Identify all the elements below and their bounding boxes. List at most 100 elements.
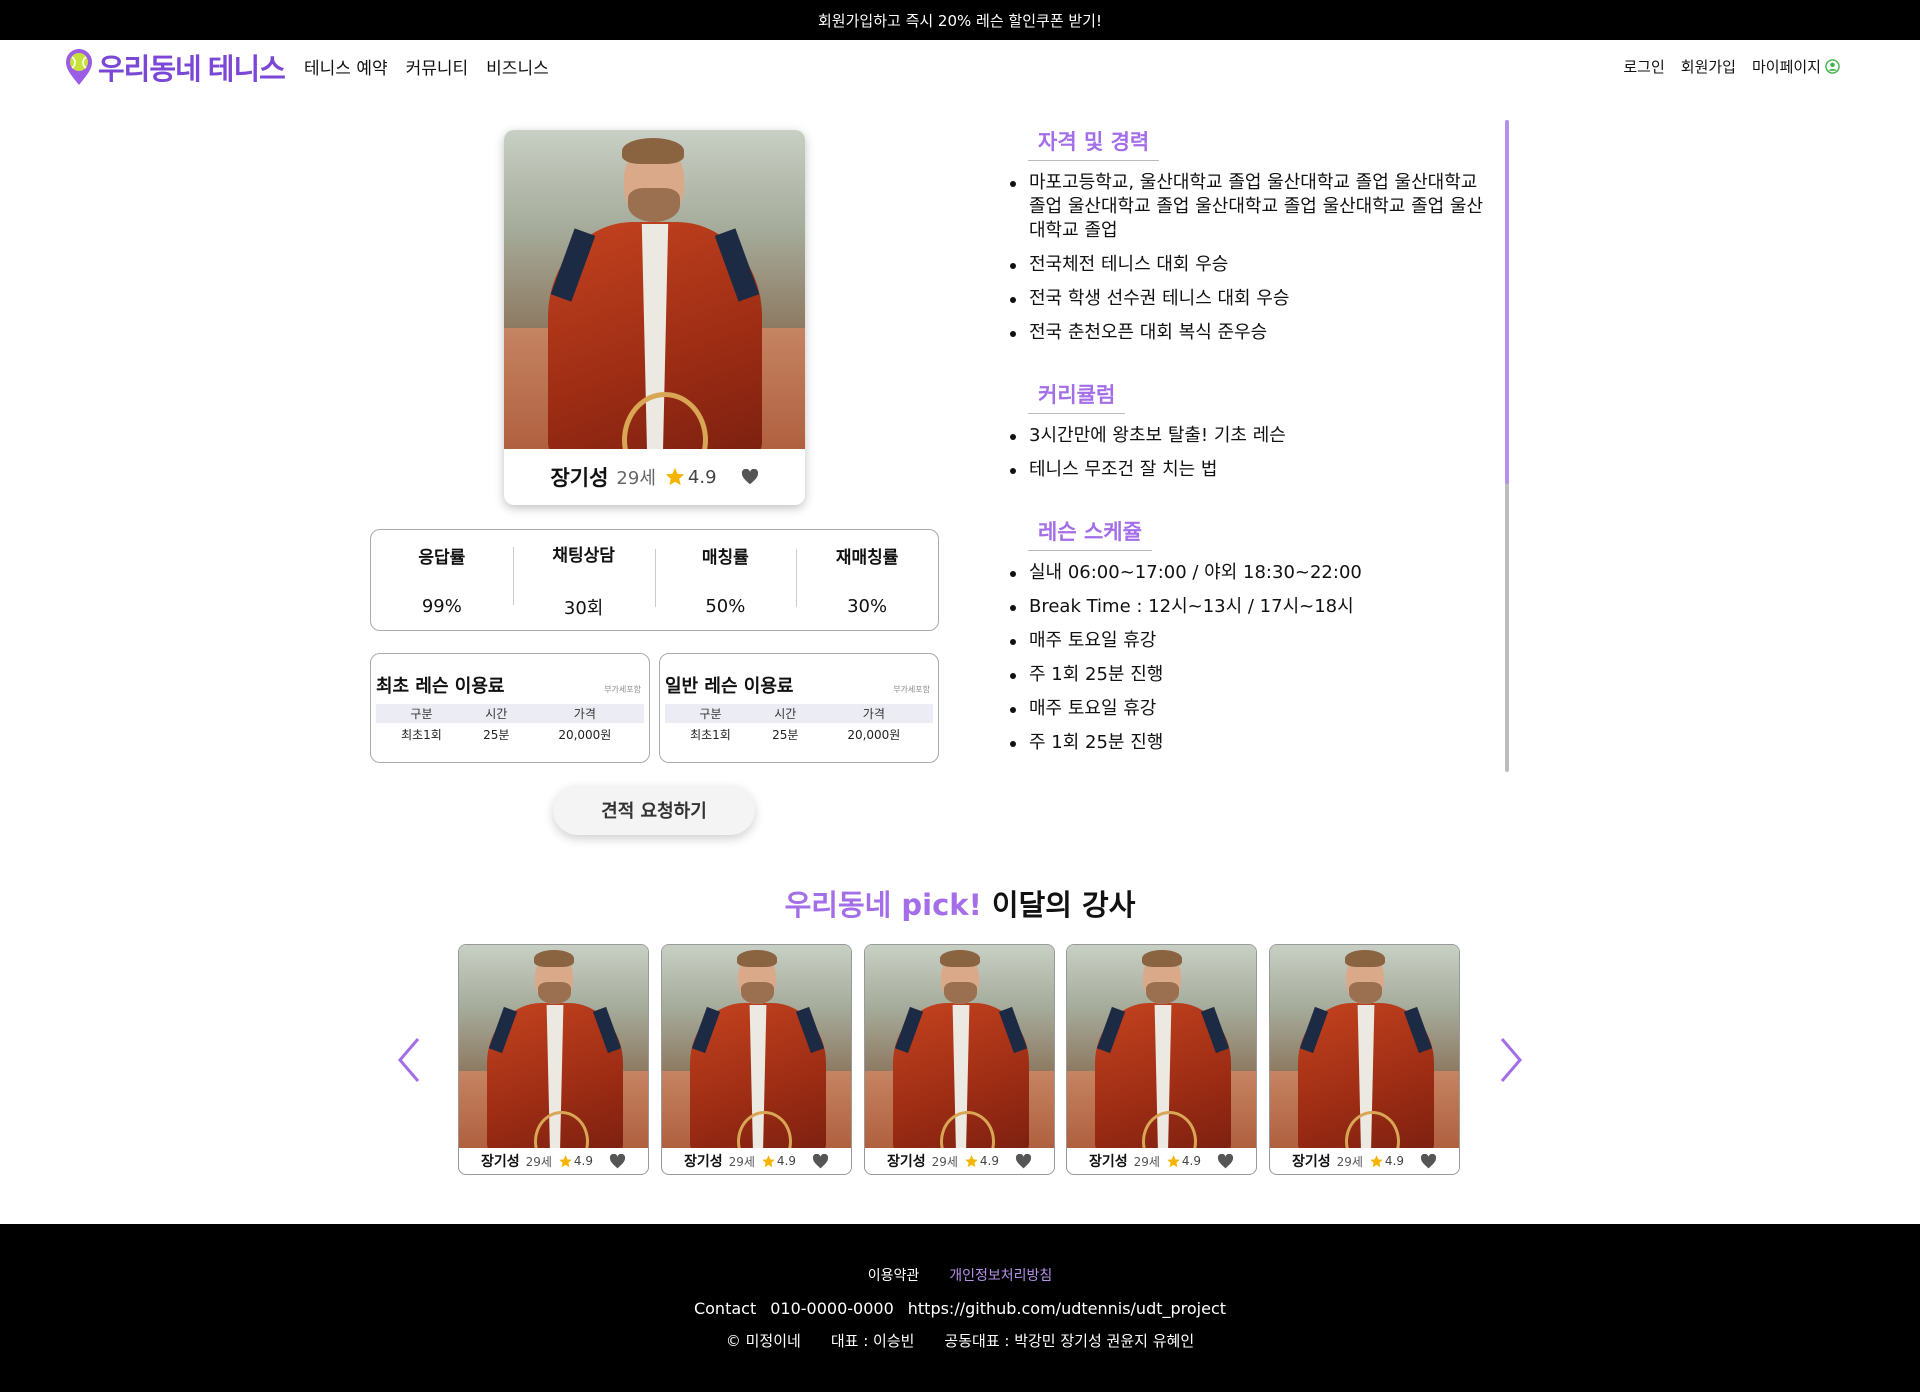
price-table-header: 가격 bbox=[814, 704, 933, 723]
heart-icon[interactable] bbox=[1420, 1153, 1437, 1169]
site-header: 우리동네 테니스 테니스 예약 커뮤니티 비즈니스 로그인 회원가입 마이페이지 bbox=[0, 40, 1920, 90]
pick-title-rest: 이달의 강사 bbox=[981, 888, 1136, 922]
star-icon bbox=[665, 467, 685, 486]
qualifications-section: 자격 및 경력 마포고등학교, 울산대학교 졸업 울산대학교 졸업 울산대학교 … bbox=[1000, 120, 1510, 345]
star-icon bbox=[1370, 1154, 1383, 1167]
stat-label: 재매칭률 bbox=[835, 548, 899, 568]
table-row: 최초1회 25분 20,000원 bbox=[665, 723, 933, 746]
pick-instructor-age: 29세 bbox=[1336, 1154, 1363, 1169]
stat-value: 30회 bbox=[563, 597, 604, 619]
list-item: 매주 토요일 휴강 bbox=[1008, 697, 1498, 721]
price-table-cell: 20,000원 bbox=[847, 728, 901, 742]
pick-instructor-age: 29세 bbox=[931, 1154, 958, 1169]
price-table-cell: 20,000원 bbox=[558, 728, 612, 742]
list-item: 매주 토요일 휴강 bbox=[1008, 629, 1498, 653]
stat-value: 99% bbox=[421, 596, 462, 617]
list-item: 실내 06:00~17:00 / 야외 18:30~22:00 bbox=[1008, 561, 1498, 585]
contact-phone: 010-0000-0000 bbox=[770, 1299, 894, 1318]
instructor-rating: 4.9 bbox=[664, 466, 717, 488]
nav-item-community[interactable]: 커뮤니티 bbox=[406, 54, 469, 79]
pick-instructor-rating-value: 4.9 bbox=[776, 1154, 797, 1168]
instructor-details-panel[interactable]: 자격 및 경력 마포고등학교, 울산대학교 졸업 울산대학교 졸업 울산대학교 … bbox=[1000, 120, 1510, 772]
site-logo[interactable]: 우리동네 테니스 bbox=[64, 46, 286, 88]
heart-icon[interactable] bbox=[812, 1153, 829, 1169]
instructor-rating-value: 4.9 bbox=[687, 466, 717, 488]
pick-instructor-card[interactable]: 장기성 29세 4.9 bbox=[458, 944, 649, 1175]
pick-instructor-age: 29세 bbox=[1133, 1154, 1160, 1169]
star-icon bbox=[965, 1154, 978, 1167]
heart-icon[interactable] bbox=[609, 1153, 626, 1169]
price-table: 구분 시간 가격 최초1회 25분 20,000원 bbox=[376, 704, 644, 746]
curriculum-section: 커리큘럼 3시간만에 왕초보 탈출! 기초 레슨 테니스 무조건 잘 치는 법 bbox=[1000, 373, 1510, 482]
pick-instructor-name: 장기성 bbox=[480, 1154, 520, 1170]
price-table-cell: 25분 bbox=[483, 728, 510, 742]
co-ceo: 공동대표 : 박강민 장기성 권윤지 유혜인 bbox=[944, 1332, 1195, 1350]
signup-link[interactable]: 회원가입 bbox=[1681, 56, 1736, 77]
copyright: © 미정이네 bbox=[725, 1332, 801, 1350]
logo-text: 우리동네 테니스 bbox=[98, 54, 286, 86]
heart-icon[interactable] bbox=[741, 469, 759, 485]
list-item: Break Time : 12시~13시 / 17시~18시 bbox=[1008, 595, 1498, 619]
pick-instructor-rating: 4.9 bbox=[964, 1154, 999, 1169]
nav-item-tennis-booking[interactable]: 테니스 예약 bbox=[304, 54, 388, 79]
stat-label: 매칭률 bbox=[701, 548, 749, 568]
instructor-name: 장기성 bbox=[550, 466, 609, 490]
pick-instructor-summary: 장기성 29세 4.9 bbox=[1067, 1148, 1256, 1174]
terms-link[interactable]: 이용약관 bbox=[868, 1265, 920, 1285]
promo-banner[interactable]: 회원가입하고 즉시 20% 레슨 할인쿠폰 받기! bbox=[0, 0, 1920, 40]
pick-instructor-photo bbox=[1067, 945, 1256, 1148]
mypage-label: 마이페이지 bbox=[1751, 58, 1821, 76]
tennis-ball-pin-icon bbox=[64, 48, 94, 86]
footer-credits: © 미정이네 대표 : 이승빈 공동대표 : 박강민 장기성 권윤지 유혜인 bbox=[0, 1330, 1920, 1351]
pick-instructor-name: 장기성 bbox=[683, 1154, 723, 1170]
promo-banner-text[interactable]: 회원가입하고 즉시 20% 레슨 할인쿠폰 받기! bbox=[818, 10, 1102, 31]
stat-response-rate: 응답률 99% bbox=[371, 543, 513, 617]
nav-item-business[interactable]: 비즈니스 bbox=[486, 54, 549, 79]
section-title: 자격 및 경력 bbox=[1028, 120, 1160, 161]
stat-chat-consult: 채팅상담 30회 bbox=[512, 541, 655, 620]
pick-instructor-card[interactable]: 장기성 29세 4.9 bbox=[1269, 944, 1460, 1175]
price-table-header: 시간 bbox=[755, 704, 815, 723]
price-table-cell: 25분 bbox=[772, 728, 799, 742]
carousel-prev-arrow-icon[interactable] bbox=[394, 1035, 424, 1085]
stat-value: 50% bbox=[705, 596, 746, 617]
main-nav: 테니스 예약 커뮤니티 비즈니스 bbox=[304, 54, 549, 79]
price-table-header: 시간 bbox=[466, 704, 526, 723]
github-link[interactable]: https://github.com/udtennis/udt_project bbox=[908, 1299, 1226, 1318]
details-scrollbar-thumb[interactable] bbox=[1505, 120, 1509, 484]
pick-instructor-card[interactable]: 장기성 29세 4.9 bbox=[1066, 944, 1257, 1175]
login-link[interactable]: 로그인 bbox=[1623, 56, 1664, 77]
pick-instructor-summary: 장기성 29세 4.9 bbox=[662, 1148, 851, 1174]
star-icon bbox=[559, 1154, 572, 1167]
pick-instructor-rating-value: 4.9 bbox=[979, 1154, 1000, 1168]
carousel-next-arrow-icon[interactable] bbox=[1496, 1035, 1526, 1085]
pick-instructor-rating-value: 4.9 bbox=[1384, 1154, 1405, 1168]
footer-contact: Contact 010-0000-0000 https://github.com… bbox=[0, 1299, 1920, 1318]
pick-instructor-card[interactable]: 장기성 29세 4.9 bbox=[661, 944, 852, 1175]
section-title: 커리큘럼 bbox=[1028, 373, 1126, 414]
list-item: 전국체전 테니스 대회 우승 bbox=[1008, 253, 1498, 277]
user-circle-icon bbox=[1825, 59, 1840, 74]
price-table: 구분 시간 가격 최초1회 25분 20,000원 bbox=[665, 704, 933, 746]
lesson-schedule-section: 레슨 스케쥴 실내 06:00~17:00 / 야외 18:30~22:00 B… bbox=[1000, 510, 1510, 755]
instructor-stats: 응답률 99% 채팅상담 30회 매칭률 50% 재매칭률 30% bbox=[370, 529, 939, 631]
star-icon bbox=[1167, 1154, 1180, 1167]
list-item: 주 1회 25분 진행 bbox=[1008, 731, 1498, 755]
pick-instructor-rating: 4.9 bbox=[1369, 1154, 1404, 1169]
pick-instructor-rating: 4.9 bbox=[761, 1154, 796, 1169]
mypage-link[interactable]: 마이페이지 bbox=[1752, 56, 1840, 77]
list-item: 전국 춘천오픈 대회 복식 준우승 bbox=[1008, 321, 1498, 345]
pick-instructor-photo bbox=[662, 945, 851, 1148]
list-item: 마포고등학교, 울산대학교 졸업 울산대학교 졸업 울산대학교 졸업 울산대학교… bbox=[1008, 171, 1498, 243]
privacy-policy-link[interactable]: 개인정보처리방침 bbox=[949, 1265, 1052, 1285]
request-quote-button[interactable]: 견적 요청하기 bbox=[553, 785, 755, 835]
heart-icon[interactable] bbox=[1217, 1153, 1234, 1169]
pick-title-accent: 우리동네 pick! bbox=[784, 888, 982, 922]
first-lesson-price-box: 최초 레슨 이용료 부가세포함 구분 시간 가격 최초1회 25분 20,000… bbox=[370, 653, 650, 763]
list-item: 주 1회 25분 진행 bbox=[1008, 663, 1498, 687]
pick-section-title: 우리동네 pick! 이달의 강사 bbox=[0, 882, 1920, 924]
section-title: 레슨 스케쥴 bbox=[1028, 510, 1152, 551]
pick-instructor-card[interactable]: 장기성 29세 4.9 bbox=[864, 944, 1055, 1175]
heart-icon[interactable] bbox=[1015, 1153, 1032, 1169]
pick-instructor-name: 장기성 bbox=[1088, 1154, 1128, 1170]
